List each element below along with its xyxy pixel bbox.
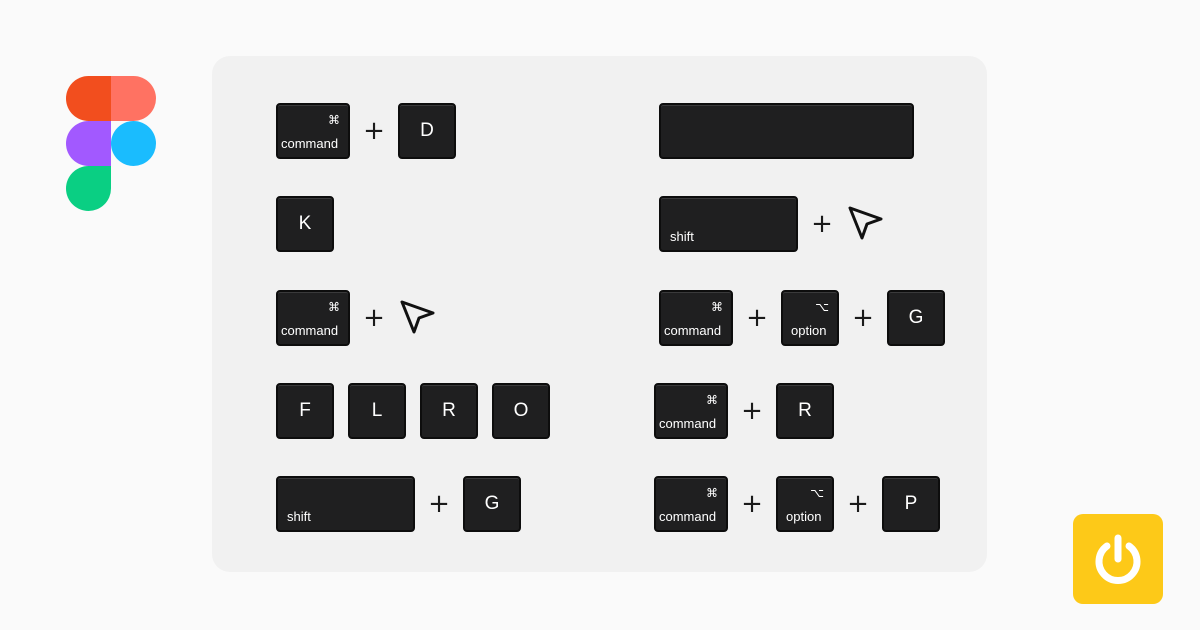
plus-sign: + <box>363 303 385 333</box>
f-key-label: F <box>299 400 311 421</box>
shortcut-command-click: ⌘ command + <box>276 290 438 346</box>
figma-logo-blue <box>111 121 156 166</box>
figma-logo-red <box>66 76 111 121</box>
plus-sign: + <box>363 116 385 146</box>
d-key-label: D <box>420 120 434 141</box>
d-key: D <box>398 103 456 159</box>
r-key-label: R <box>442 400 456 421</box>
figma-logo-purple <box>66 121 111 166</box>
command-label: command <box>664 323 722 338</box>
command-label: command <box>659 416 717 431</box>
plus-sign: + <box>741 489 763 519</box>
cursor-arrow-icon <box>400 300 435 334</box>
option-symbol: ⌥ <box>810 486 824 500</box>
g-key-label: G <box>908 307 924 328</box>
shortcut-space <box>659 103 914 159</box>
k-key-label: K <box>298 213 312 234</box>
power-icon <box>1095 534 1141 584</box>
plus-sign: + <box>852 303 874 333</box>
plus-sign: + <box>428 489 450 519</box>
option-label: option <box>791 323 827 338</box>
plus-sign: + <box>746 303 768 333</box>
shift-label: shift <box>287 509 311 524</box>
command-symbol: ⌘ <box>711 300 723 314</box>
command-key: ⌘ command <box>654 476 728 532</box>
command-symbol: ⌘ <box>706 393 718 407</box>
option-symbol: ⌥ <box>815 300 829 314</box>
o-key-label: O <box>513 400 529 421</box>
r-key: R <box>776 383 834 439</box>
r-key: R <box>420 383 478 439</box>
g-key: G <box>887 290 945 346</box>
o-key: O <box>492 383 550 439</box>
space-key <box>659 103 914 159</box>
command-label: command <box>281 323 339 338</box>
command-label: command <box>659 509 717 524</box>
p-key-label: P <box>904 493 918 514</box>
command-key: ⌘ command <box>276 103 350 159</box>
figma-logo-coral <box>111 76 156 121</box>
command-key: ⌘ command <box>659 290 733 346</box>
f-key: F <box>276 383 334 439</box>
shift-key: shift <box>659 196 798 252</box>
shortcut-command-d: ⌘ command + D <box>276 103 456 159</box>
plus-sign: + <box>847 489 869 519</box>
shortcut-shift-g: shift + G <box>276 476 521 532</box>
shift-label: shift <box>670 229 694 244</box>
brand-badge <box>1073 514 1163 604</box>
r-key-label: R <box>798 400 812 421</box>
g-key: G <box>463 476 521 532</box>
l-key: L <box>348 383 406 439</box>
option-key: ⌥ option <box>776 476 834 532</box>
command-key: ⌘ command <box>276 290 350 346</box>
cursor-arrow-icon <box>848 206 883 240</box>
l-key-label: L <box>371 400 383 421</box>
plus-sign: + <box>811 209 833 239</box>
command-label: command <box>281 136 339 151</box>
p-key: P <box>882 476 940 532</box>
command-symbol: ⌘ <box>706 486 718 500</box>
plus-sign: + <box>741 396 763 426</box>
figma-logo-green <box>66 166 111 211</box>
g-key-label: G <box>484 493 500 514</box>
command-key: ⌘ command <box>654 383 728 439</box>
k-key: K <box>276 196 334 252</box>
shortcut-command-option-g: ⌘ command + ⌥ option + G <box>659 290 945 346</box>
command-symbol: ⌘ <box>328 113 340 127</box>
shortcut-command-r: ⌘ command + R <box>654 383 834 439</box>
shortcut-flro: F L R O <box>276 383 550 439</box>
command-symbol: ⌘ <box>328 300 340 314</box>
option-label: option <box>786 509 822 524</box>
shortcut-shift-click: shift + <box>659 196 886 252</box>
shift-key: shift <box>276 476 415 532</box>
shortcut-command-option-p: ⌘ command + ⌥ option + P <box>654 476 940 532</box>
shortcut-k: K <box>276 196 334 252</box>
figma-logo <box>66 76 156 211</box>
option-key: ⌥ option <box>781 290 839 346</box>
